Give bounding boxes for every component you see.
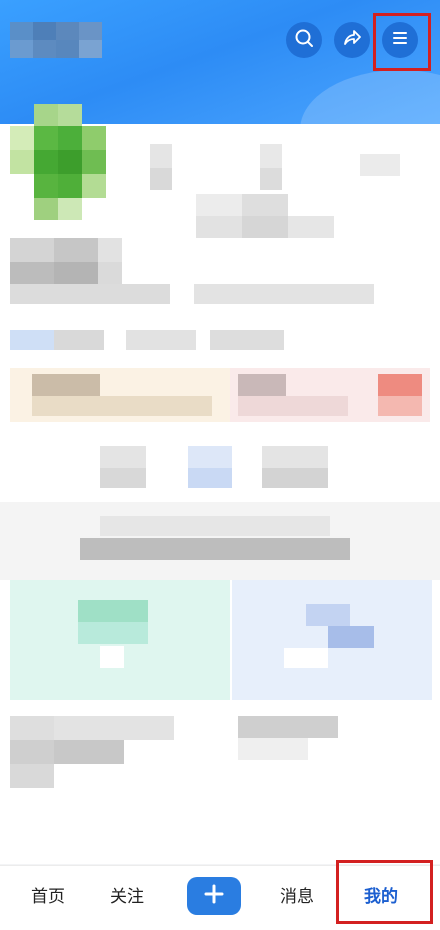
promo-banner-pixelated[interactable] — [10, 368, 430, 422]
avatar[interactable] — [10, 104, 122, 222]
plus-icon — [203, 883, 225, 909]
feature-card-right-pixelated[interactable] — [232, 580, 432, 700]
section-divider-pixelated — [0, 494, 440, 582]
share-icon — [342, 28, 362, 52]
profile-tags-pixelated — [10, 330, 310, 352]
feature-card-left-pixelated[interactable] — [10, 580, 230, 700]
header-title-pixelated — [10, 22, 102, 58]
header-glow-decoration — [300, 70, 440, 128]
content-list-pixelated — [10, 716, 430, 792]
profile-shortcuts-pixelated[interactable] — [100, 446, 340, 490]
menu-highlight-box — [373, 13, 431, 71]
create-post-button[interactable] — [187, 877, 241, 915]
tab-home[interactable]: 首页 — [31, 882, 65, 907]
tab-follow[interactable]: 关注 — [110, 882, 144, 907]
me-tab-highlight-box — [336, 860, 433, 924]
search-icon — [294, 28, 314, 52]
tab-messages[interactable]: 消息 — [280, 882, 314, 907]
search-button[interactable] — [286, 22, 322, 58]
share-button[interactable] — [334, 22, 370, 58]
profile-name-pixelated — [10, 238, 390, 308]
profile-stats-pixelated — [140, 144, 430, 244]
profile-content-pixelated — [0, 104, 440, 864]
